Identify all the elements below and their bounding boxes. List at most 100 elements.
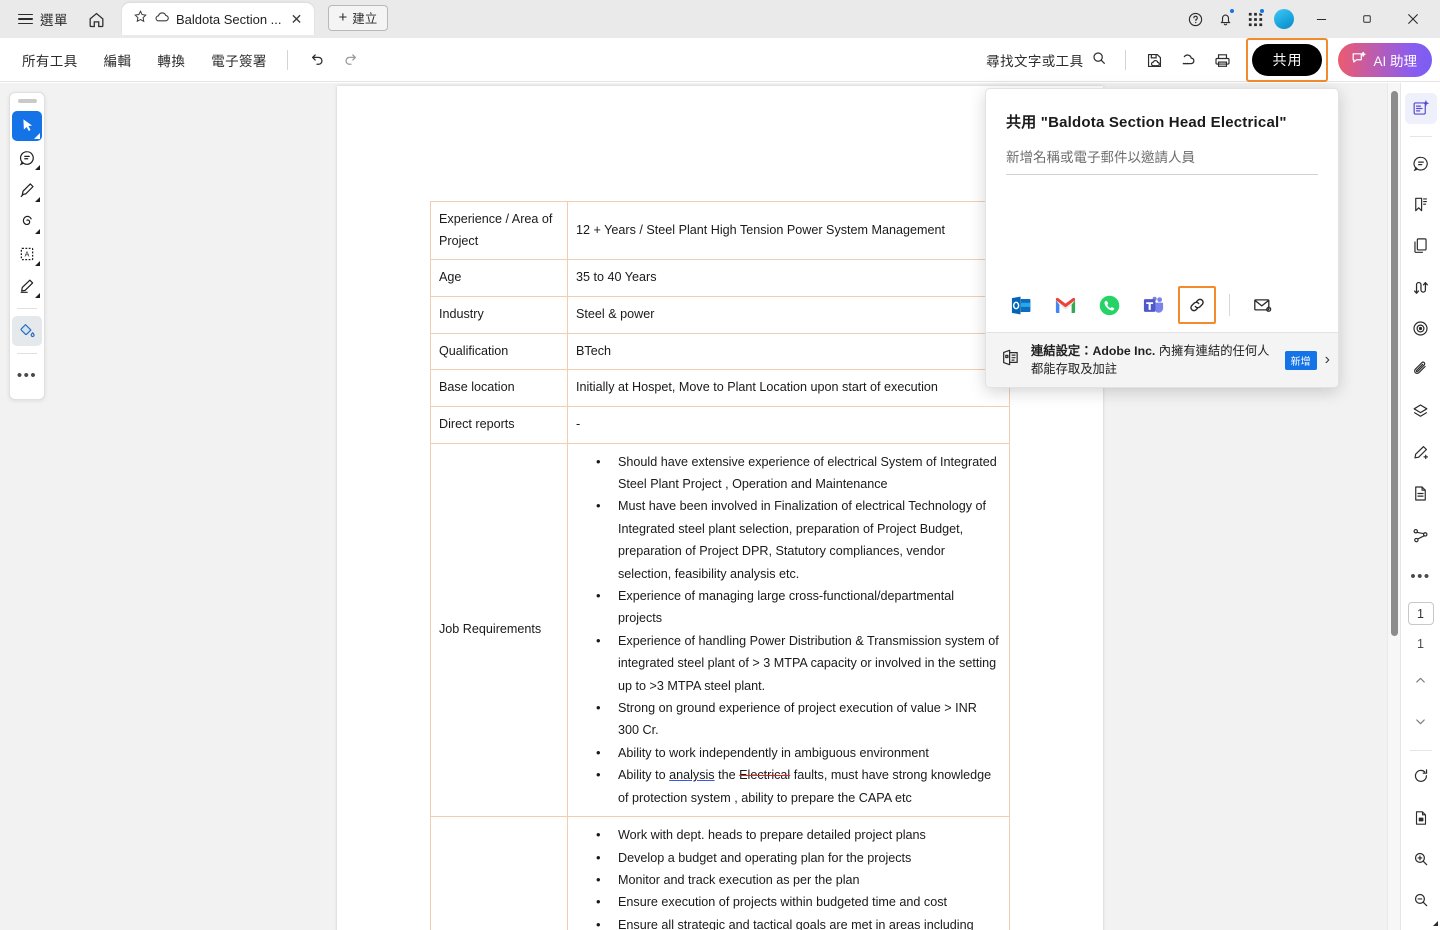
- teams-share-icon[interactable]: [1134, 286, 1172, 324]
- role-list: Work with dept. heads to prepare detaile…: [576, 823, 1001, 930]
- star-icon[interactable]: [133, 9, 148, 29]
- select-text-region-icon[interactable]: A: [12, 239, 42, 269]
- email-attachment-icon[interactable]: [1243, 286, 1281, 324]
- right-rail-more-icon[interactable]: •••: [1405, 561, 1437, 592]
- row-value: BTech: [567, 332, 1010, 371]
- home-icon[interactable]: [80, 4, 112, 34]
- row-key: Age: [430, 259, 568, 297]
- save-to-cloud-icon[interactable]: [1138, 45, 1170, 75]
- gmail-share-icon[interactable]: [1046, 286, 1084, 324]
- cmd-edit[interactable]: 編輯: [94, 45, 142, 75]
- row-value: Should have extensive experience of elec…: [567, 442, 1010, 818]
- more-tools-icon[interactable]: •••: [12, 361, 42, 391]
- select-tool-icon[interactable]: [12, 110, 42, 141]
- sign-icon[interactable]: [1405, 437, 1437, 468]
- organize-pages-icon[interactable]: [1405, 271, 1437, 302]
- minimize-button[interactable]: [1298, 0, 1344, 38]
- search-input[interactable]: 尋找文字或工具: [980, 46, 1113, 75]
- row-key: Role and: [430, 816, 568, 930]
- close-tab-icon[interactable]: ✕: [288, 10, 306, 28]
- link-settings-prefix: 連結設定：: [1031, 343, 1093, 358]
- share-panel-title: 共用 "Baldota Section Head Electrical": [1006, 114, 1287, 131]
- rail-drag-handle[interactable]: [17, 99, 37, 103]
- comment-icon[interactable]: [1405, 147, 1437, 178]
- list-item: Experience of managing large cross-funct…: [596, 584, 1001, 630]
- invite-field-wrapper: [1006, 146, 1318, 175]
- left-tool-rail: A •••: [9, 92, 45, 400]
- title-bar-left: 選單 Baldota Section ... ✕ + 建立: [0, 0, 389, 38]
- invite-people-input[interactable]: [1006, 146, 1318, 174]
- avatar[interactable]: [1274, 9, 1294, 29]
- page-number-input[interactable]: 1: [1407, 602, 1434, 625]
- ai-assistant-icon[interactable]: [1404, 93, 1437, 125]
- print-icon[interactable]: [1206, 45, 1238, 75]
- page-nav-divider: [1409, 749, 1432, 751]
- page-thumbnails-icon[interactable]: [1405, 230, 1437, 261]
- notifications-icon[interactable]: [1210, 4, 1240, 34]
- scrollbar-thumb[interactable]: [1391, 91, 1398, 636]
- menu-button[interactable]: 選單: [10, 4, 76, 34]
- title-bar: 選單 Baldota Section ... ✕ + 建立: [0, 0, 1440, 38]
- document-tab[interactable]: Baldota Section ... ✕: [122, 3, 314, 35]
- table-row-job-requirements: Job Requirements Should have extensive e…: [430, 442, 1010, 818]
- cmd-esign[interactable]: 電子簽署: [201, 45, 277, 75]
- cmd-convert[interactable]: 轉換: [147, 45, 195, 75]
- table-row: Industry Steel & power: [430, 295, 1010, 334]
- copy-link-icon[interactable]: [1178, 286, 1216, 324]
- undo-icon[interactable]: [302, 46, 332, 74]
- whatsapp-share-icon[interactable]: [1090, 286, 1128, 324]
- layers-icon[interactable]: [1405, 396, 1437, 427]
- list-item: Work with dept. heads to prepare detaile…: [596, 823, 1001, 847]
- draw-tool-icon[interactable]: [12, 207, 42, 237]
- row-value: Initially at Hospet, Move to Plant Locat…: [567, 369, 1010, 407]
- cmd-all-tools[interactable]: 所有工具: [12, 45, 88, 75]
- app-grid-badge: [1259, 8, 1265, 14]
- redact-tool-icon[interactable]: [12, 271, 42, 301]
- cloud-sync-icon[interactable]: [1172, 45, 1204, 75]
- target-icon[interactable]: [1405, 313, 1437, 344]
- list-item: Should have extensive experience of elec…: [596, 450, 1001, 496]
- share-panel: 共用 "Baldota Section Head Electrical" 新增名…: [985, 88, 1339, 388]
- maximize-restore-button[interactable]: [1344, 0, 1390, 38]
- bookmark-icon[interactable]: [1405, 189, 1437, 220]
- chevron-up-icon[interactable]: [1405, 665, 1437, 696]
- notification-badge: [1229, 8, 1235, 14]
- outlook-share-icon[interactable]: [1002, 286, 1040, 324]
- link-settings-icon: [1000, 347, 1021, 373]
- command-bar-divider: [286, 49, 288, 70]
- zoom-in-icon[interactable]: [1405, 843, 1437, 874]
- comment-tool-icon[interactable]: [12, 143, 42, 173]
- table-row: Direct reports -: [430, 405, 1010, 444]
- redo-icon[interactable]: [336, 46, 366, 74]
- app-grid-icon[interactable]: [1240, 4, 1270, 34]
- highlight-tool-icon[interactable]: [12, 175, 42, 205]
- fill-color-icon[interactable]: [12, 315, 42, 346]
- more-tools-label: •••: [16, 367, 38, 384]
- row-value: 12 + Years / Steel Plant High Tension Po…: [567, 200, 1010, 261]
- hamburger-icon: [18, 13, 33, 25]
- text-before: Ability to: [618, 768, 670, 783]
- vertical-scrollbar[interactable]: [1387, 83, 1400, 930]
- link-settings-row[interactable]: 連結設定：Adobe Inc. 內擁有連結的任何人都能存取及加註 新增 ›: [986, 332, 1338, 387]
- close-window-button[interactable]: [1390, 0, 1436, 38]
- rotate-icon[interactable]: [1405, 761, 1437, 792]
- create-button[interactable]: + 建立: [327, 4, 389, 31]
- create-button-label: 建立: [352, 12, 378, 26]
- fit-page-icon[interactable]: [1405, 802, 1438, 926]
- workflow-icon[interactable]: [1405, 520, 1437, 551]
- ai-assistant-button[interactable]: AI 助理: [1338, 43, 1432, 77]
- share-button[interactable]: 共用: [1252, 44, 1323, 76]
- help-icon[interactable]: [1180, 4, 1210, 34]
- svg-text:A: A: [25, 250, 30, 258]
- misspelled-word: analysis: [669, 768, 715, 783]
- row-key: Base location: [430, 369, 568, 407]
- document-icon[interactable]: [1405, 478, 1437, 509]
- zoom-out-icon[interactable]: [1405, 885, 1437, 916]
- chevron-down-icon[interactable]: [1405, 706, 1437, 737]
- share-button-highlight: 共用: [1246, 38, 1329, 82]
- table-row: Base location Initially at Hospet, Move …: [430, 369, 1010, 407]
- share-target-row: [986, 277, 1338, 333]
- chevron-right-icon[interactable]: ›: [1325, 351, 1330, 369]
- job-description-table: Experience / Area of Project 12 + Years …: [430, 200, 1010, 930]
- attachment-icon[interactable]: [1405, 354, 1437, 385]
